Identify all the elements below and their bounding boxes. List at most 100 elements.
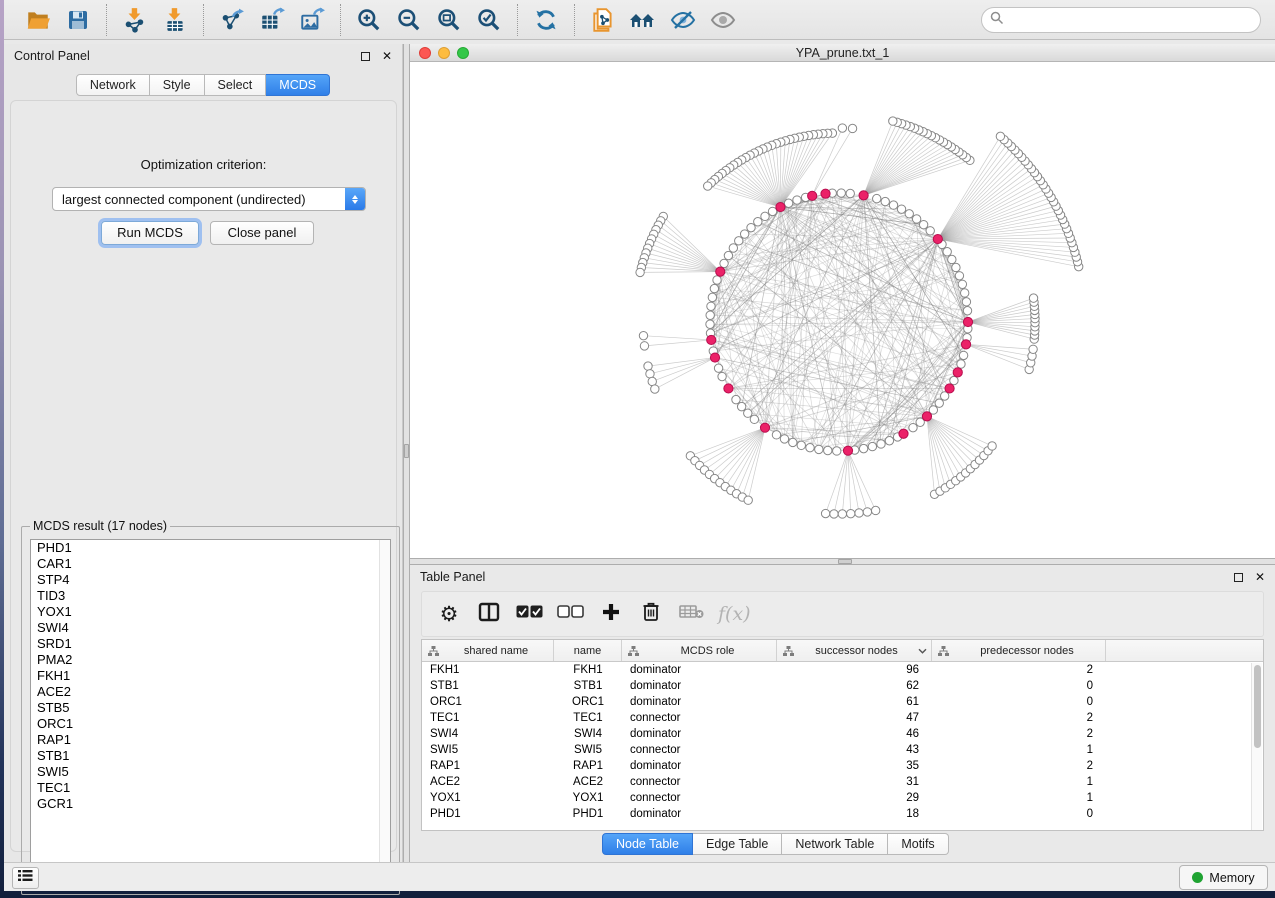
mcds-result-item[interactable]: FKH1 (31, 668, 390, 684)
mcds-result-item[interactable]: YOX1 (31, 604, 390, 620)
network-window-titlebar[interactable]: YPA_prune.txt_1 (410, 44, 1275, 62)
table-row[interactable]: RAP1RAP1dominator352 (422, 758, 1263, 774)
export-network-button[interactable] (212, 4, 252, 36)
search-field[interactable] (981, 7, 1261, 33)
tab-select[interactable]: Select (205, 74, 267, 96)
cell-successor_nodes: 46 (777, 726, 932, 742)
cell-name: STB1 (554, 678, 622, 694)
mcds-result-item[interactable]: SRD1 (31, 636, 390, 652)
column-header-predecessor-nodes[interactable]: predecessor nodes (932, 640, 1106, 661)
table-scrollbar-thumb[interactable] (1254, 665, 1261, 748)
table-row[interactable]: STB1STB1dominator620 (422, 678, 1263, 694)
deselect-all-rows-button[interactable] (557, 599, 584, 629)
mcds-result-item[interactable]: CAR1 (31, 556, 390, 572)
vertical-splitter[interactable] (403, 44, 410, 862)
first-neighbors-button[interactable] (623, 4, 663, 36)
table-scrollbar[interactable] (1251, 663, 1262, 830)
cell-shared_name: SWI4 (422, 726, 554, 742)
mcds-result-item[interactable]: TEC1 (31, 780, 390, 796)
close-table-panel-icon[interactable]: ✕ (1255, 571, 1265, 583)
tab-network-table[interactable]: Network Table (782, 833, 888, 855)
tab-motifs[interactable]: Motifs (888, 833, 948, 855)
float-panel-icon[interactable] (361, 52, 370, 61)
table-row[interactable]: ACE2ACE2connector311 (422, 774, 1263, 790)
close-panel-icon[interactable]: ✕ (382, 50, 392, 62)
mcds-result-item[interactable]: TID3 (31, 588, 390, 604)
save-icon (66, 8, 90, 32)
node-table[interactable]: shared namenameMCDS rolesuccessor nodesp… (421, 639, 1264, 831)
open-file-button[interactable] (18, 4, 58, 36)
refresh-view-button[interactable] (526, 4, 566, 36)
select-all-rows-button[interactable] (516, 599, 543, 629)
mcds-result-item[interactable]: PHD1 (31, 540, 390, 556)
mcds-result-item[interactable]: STP4 (31, 572, 390, 588)
mcds-list-scrollbar[interactable] (379, 540, 390, 890)
add-column-button[interactable] (598, 599, 624, 629)
export-table-button[interactable] (252, 4, 292, 36)
float-table-panel-icon[interactable] (1234, 573, 1243, 582)
refresh-icon (533, 7, 559, 33)
save-session-button[interactable] (58, 4, 98, 36)
cell-successor_nodes: 43 (777, 742, 932, 758)
delete-columns-button[interactable] (638, 599, 664, 629)
tab-node-table[interactable]: Node Table (602, 833, 693, 855)
control-panel-titlebar: Control Panel ✕ (4, 44, 402, 68)
zoom-selected-button[interactable] (469, 4, 509, 36)
horizontal-splitter[interactable] (410, 558, 1275, 565)
toggle-columns-button[interactable] (476, 599, 502, 629)
memory-button[interactable]: Memory (1179, 865, 1268, 890)
tab-network[interactable]: Network (76, 74, 150, 96)
column-header-MCDS-role[interactable]: MCDS role (622, 640, 777, 661)
zoom-fit-button[interactable] (429, 4, 469, 36)
column-header-shared-name[interactable]: shared name (422, 640, 554, 661)
tab-mcds[interactable]: MCDS (266, 74, 330, 96)
mcds-result-item[interactable]: ORC1 (31, 716, 390, 732)
column-header-name[interactable]: name (554, 640, 622, 661)
clone-network-button[interactable] (583, 4, 623, 36)
criterion-dropdown[interactable]: largest connected component (undirected) (52, 187, 366, 211)
table-row[interactable]: YOX1YOX1connector291 (422, 790, 1263, 806)
tab-style[interactable]: Style (150, 74, 205, 96)
cell-mcds_role: connector (622, 790, 777, 806)
import-table-button[interactable] (155, 4, 195, 36)
cell-successor_nodes: 35 (777, 758, 932, 774)
cell-name: YOX1 (554, 790, 622, 806)
run-mcds-button[interactable]: Run MCDS (101, 221, 199, 245)
import-network-button[interactable] (115, 4, 155, 36)
hide-selected-button[interactable] (663, 4, 703, 36)
export-image-button[interactable] (292, 4, 332, 36)
cell-mcds_role: connector (622, 710, 777, 726)
mcds-result-item[interactable]: STB5 (31, 700, 390, 716)
table-row[interactable]: FKH1FKH1dominator962 (422, 662, 1263, 678)
mcds-result-item[interactable]: ACE2 (31, 684, 390, 700)
table-row[interactable]: SWI4SWI4dominator462 (422, 726, 1263, 742)
show-all-button[interactable] (703, 4, 743, 36)
mcds-result-item[interactable]: PMA2 (31, 652, 390, 668)
mcds-result-item[interactable]: GCR1 (31, 796, 390, 812)
equation-builder-button[interactable]: f(x) (718, 599, 751, 629)
cell-successor_nodes: 62 (777, 678, 932, 694)
show-panels-button[interactable] (12, 867, 39, 889)
close-panel-button[interactable]: Close panel (210, 221, 314, 245)
table-row[interactable]: PHD1PHD1dominator180 (422, 806, 1263, 822)
tab-edge-table[interactable]: Edge Table (693, 833, 782, 855)
mcds-result-item[interactable]: RAP1 (31, 732, 390, 748)
zoom-out-button[interactable] (389, 4, 429, 36)
zoom-in-icon (356, 7, 382, 33)
mcds-result-item[interactable]: STB1 (31, 748, 390, 764)
mcds-result-list[interactable]: PHD1CAR1STP4TID3YOX1SWI4SRD1PMA2FKH1ACE2… (30, 539, 391, 891)
mcds-result-item[interactable]: SWI4 (31, 620, 390, 636)
delete-table-button[interactable] (678, 599, 704, 629)
import-table-icon (162, 7, 188, 33)
table-row[interactable]: TEC1TEC1connector472 (422, 710, 1263, 726)
cell-predecessor_nodes: 0 (932, 694, 1106, 710)
mcds-result-item[interactable]: SWI5 (31, 764, 390, 780)
table-settings-button[interactable]: ⚙ (436, 599, 462, 629)
table-row[interactable]: ORC1ORC1dominator610 (422, 694, 1263, 710)
search-input[interactable] (1010, 13, 1260, 27)
zoom-in-button[interactable] (349, 4, 389, 36)
table-row[interactable]: SWI5SWI5connector431 (422, 742, 1263, 758)
column-header-successor-nodes[interactable]: successor nodes (777, 640, 932, 661)
network-graph-canvas[interactable] (410, 62, 1275, 558)
mcds-result-group: MCDS result (17 nodes) PHD1CAR1STP4TID3Y… (21, 519, 400, 895)
